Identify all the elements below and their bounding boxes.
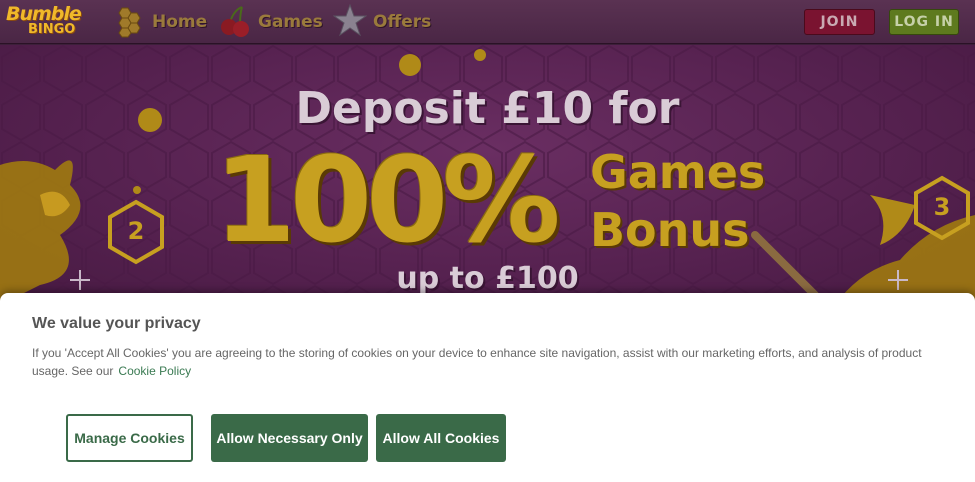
banner-percentage: 100%	[214, 131, 561, 269]
login-button[interactable]: LOG IN	[889, 9, 959, 35]
banner-bonus-word: Bonus	[590, 203, 750, 257]
star-icon	[333, 4, 367, 37]
banner-games-word: Games	[590, 145, 766, 199]
site-header: Bumble BINGO Home Games Offers JOIN LOG …	[0, 0, 975, 44]
hexagon-number-right: 3	[933, 193, 951, 221]
manage-cookies-button[interactable]: Manage Cookies	[66, 414, 193, 462]
allow-all-cookies-button[interactable]: Allow All Cookies	[376, 414, 506, 462]
nav-offers-label: Offers	[373, 12, 432, 32]
join-button[interactable]: JOIN	[804, 9, 875, 35]
cookie-policy-link[interactable]: Cookie Policy	[118, 364, 191, 378]
nav-games[interactable]: Games	[218, 4, 324, 38]
promo-banner[interactable]: Deposit £10 for 100% Games Bonus up to £…	[0, 45, 975, 305]
cherries-icon	[221, 6, 249, 37]
nav-home-label: Home	[152, 12, 208, 32]
nav-games-label: Games	[258, 12, 323, 32]
nav-offers[interactable]: Offers	[333, 4, 443, 38]
allow-necessary-button[interactable]: Allow Necessary Only	[211, 414, 368, 462]
banner-headline: Deposit £10 for	[295, 83, 680, 134]
hexagon-number-left: 2	[127, 217, 145, 245]
cookie-consent-panel: We value your privacy If you 'Accept All…	[0, 293, 975, 482]
logo-text-bottom: BINGO	[28, 22, 76, 37]
honeycomb-icon	[118, 7, 141, 38]
nav-home[interactable]: Home	[112, 4, 212, 38]
bumble-bingo-logo[interactable]: Bumble BINGO	[6, 3, 90, 41]
cookie-title: We value your privacy	[32, 315, 201, 332]
cookie-description: If you 'Accept All Cookies' you are agre…	[32, 344, 942, 380]
